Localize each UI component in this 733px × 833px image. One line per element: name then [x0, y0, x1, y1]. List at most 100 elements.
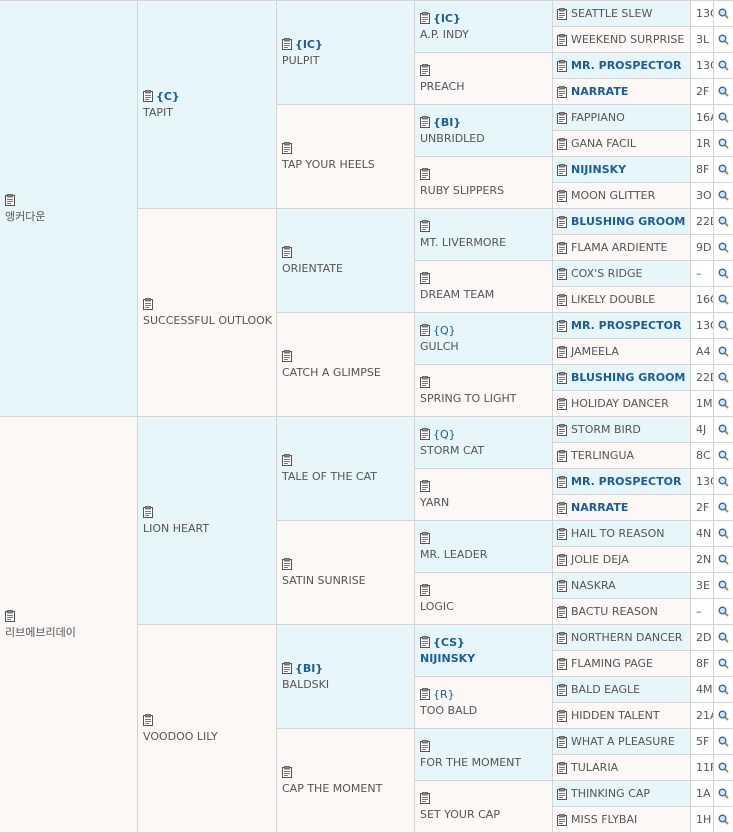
horse-name[interactable]: WHAT A PLEASURE — [571, 735, 675, 748]
clipboard-icon[interactable] — [420, 11, 430, 24]
horse-name[interactable]: SEATTLE SLEW — [571, 7, 652, 20]
search-icon[interactable] — [714, 651, 733, 677]
clipboard-icon[interactable] — [557, 813, 567, 826]
horse-name[interactable]: GULCH — [420, 340, 459, 353]
clipboard-icon[interactable] — [420, 583, 430, 596]
horse-name[interactable]: BACTU REASON — [571, 605, 658, 618]
clipboard-icon[interactable] — [557, 761, 567, 774]
horse-name[interactable]: BALDSKI — [282, 678, 329, 691]
clipboard-icon[interactable] — [557, 709, 567, 722]
search-icon[interactable] — [714, 391, 733, 417]
search-icon[interactable] — [714, 677, 733, 703]
horse-name[interactable]: NIJINSKY — [420, 652, 475, 665]
clipboard-icon[interactable] — [557, 787, 567, 800]
horse-name[interactable]: THINKING CAP — [571, 787, 650, 800]
clipboard-icon[interactable] — [557, 657, 567, 670]
clipboard-icon[interactable] — [557, 397, 567, 410]
search-icon[interactable] — [714, 339, 733, 365]
clipboard-icon[interactable] — [5, 193, 15, 206]
horse-name[interactable]: VOODOO LILY — [143, 730, 218, 743]
clipboard-icon[interactable] — [420, 167, 430, 180]
clipboard-icon[interactable] — [557, 267, 567, 280]
clipboard-icon[interactable] — [143, 297, 153, 310]
horse-name[interactable]: LOGIC — [420, 600, 454, 613]
search-icon[interactable] — [714, 573, 733, 599]
search-icon[interactable] — [714, 495, 733, 521]
clipboard-icon[interactable] — [557, 579, 567, 592]
clipboard-icon[interactable] — [557, 605, 567, 618]
clipboard-icon[interactable] — [557, 475, 567, 488]
horse-name[interactable]: TULARIA — [571, 761, 618, 774]
horse-name[interactable]: CATCH A GLIMPSE — [282, 366, 381, 379]
horse-name[interactable]: MR. PROSPECTOR — [571, 475, 681, 488]
horse-name[interactable]: BLUSHING GROOM — [571, 371, 685, 384]
horse-name[interactable]: FAPPIANO — [571, 111, 625, 124]
horse-name[interactable]: RUBY SLIPPERS — [420, 184, 504, 197]
clipboard-icon[interactable] — [282, 141, 292, 154]
horse-name[interactable]: STORM BIRD — [571, 423, 641, 436]
horse-name[interactable]: SPRING TO LIGHT — [420, 392, 517, 405]
horse-name[interactable]: YARN — [420, 496, 449, 509]
clipboard-icon[interactable] — [420, 687, 430, 700]
search-icon[interactable] — [714, 183, 733, 209]
clipboard-icon[interactable] — [557, 85, 567, 98]
search-icon[interactable] — [714, 443, 733, 469]
horse-name[interactable]: BLUSHING GROOM — [571, 215, 685, 228]
search-icon[interactable] — [714, 261, 733, 287]
clipboard-icon[interactable] — [420, 375, 430, 388]
horse-name[interactable]: LION HEART — [143, 522, 209, 535]
horse-name[interactable]: BALD EAGLE — [571, 683, 640, 696]
search-icon[interactable] — [714, 599, 733, 625]
clipboard-icon[interactable] — [557, 449, 567, 462]
horse-name[interactable]: LIKELY DOUBLE — [571, 293, 655, 306]
search-icon[interactable] — [714, 469, 733, 495]
horse-name[interactable]: MOON GLITTER — [571, 189, 655, 202]
search-icon[interactable] — [714, 521, 733, 547]
clipboard-icon[interactable] — [557, 683, 567, 696]
search-icon[interactable] — [714, 79, 733, 105]
search-icon[interactable] — [714, 27, 733, 53]
clipboard-icon[interactable] — [420, 63, 430, 76]
clipboard-icon[interactable] — [282, 245, 292, 258]
horse-name[interactable]: 리브에브리데이 — [5, 626, 76, 639]
horse-name[interactable]: DREAM TEAM — [420, 288, 494, 301]
horse-name[interactable]: NASKRA — [571, 579, 616, 592]
horse-name[interactable]: ORIENTATE — [282, 262, 343, 275]
search-icon[interactable] — [714, 1, 733, 27]
horse-name[interactable]: MR. LEADER — [420, 548, 487, 561]
horse-name[interactable]: SET YOUR CAP — [420, 808, 500, 821]
horse-name[interactable]: MR. PROSPECTOR — [571, 319, 681, 332]
horse-name[interactable]: TALE OF THE CAT — [282, 470, 377, 483]
search-icon[interactable] — [714, 547, 733, 573]
horse-name[interactable]: JAMEELA — [571, 345, 619, 358]
clipboard-icon[interactable] — [420, 427, 430, 440]
horse-name[interactable]: TAPIT — [143, 106, 173, 119]
clipboard-icon[interactable] — [420, 323, 430, 336]
clipboard-icon[interactable] — [5, 609, 15, 622]
clipboard-icon[interactable] — [557, 553, 567, 566]
horse-name[interactable]: HIDDEN TALENT — [571, 709, 660, 722]
clipboard-icon[interactable] — [557, 631, 567, 644]
horse-name[interactable]: TAP YOUR HEELS — [282, 158, 375, 171]
horse-name[interactable]: WEEKEND SURPRISE — [571, 33, 684, 46]
clipboard-icon[interactable] — [420, 479, 430, 492]
clipboard-icon[interactable] — [557, 59, 567, 72]
search-icon[interactable] — [714, 105, 733, 131]
horse-name[interactable]: UNBRIDLED — [420, 132, 485, 145]
clipboard-icon[interactable] — [143, 713, 153, 726]
clipboard-icon[interactable] — [557, 189, 567, 202]
clipboard-icon[interactable] — [557, 423, 567, 436]
horse-name[interactable]: TOO BALD — [420, 704, 477, 717]
search-icon[interactable] — [714, 703, 733, 729]
horse-name[interactable]: MR. PROSPECTOR — [571, 59, 681, 72]
search-icon[interactable] — [714, 287, 733, 313]
horse-name[interactable]: NARRATE — [571, 501, 628, 514]
horse-name[interactable]: STORM CAT — [420, 444, 484, 457]
clipboard-icon[interactable] — [557, 137, 567, 150]
clipboard-icon[interactable] — [420, 531, 430, 544]
clipboard-icon[interactable] — [420, 739, 430, 752]
search-icon[interactable] — [714, 625, 733, 651]
clipboard-icon[interactable] — [557, 319, 567, 332]
clipboard-icon[interactable] — [557, 735, 567, 748]
horse-name[interactable]: SUCCESSFUL OUTLOOK — [143, 314, 272, 327]
